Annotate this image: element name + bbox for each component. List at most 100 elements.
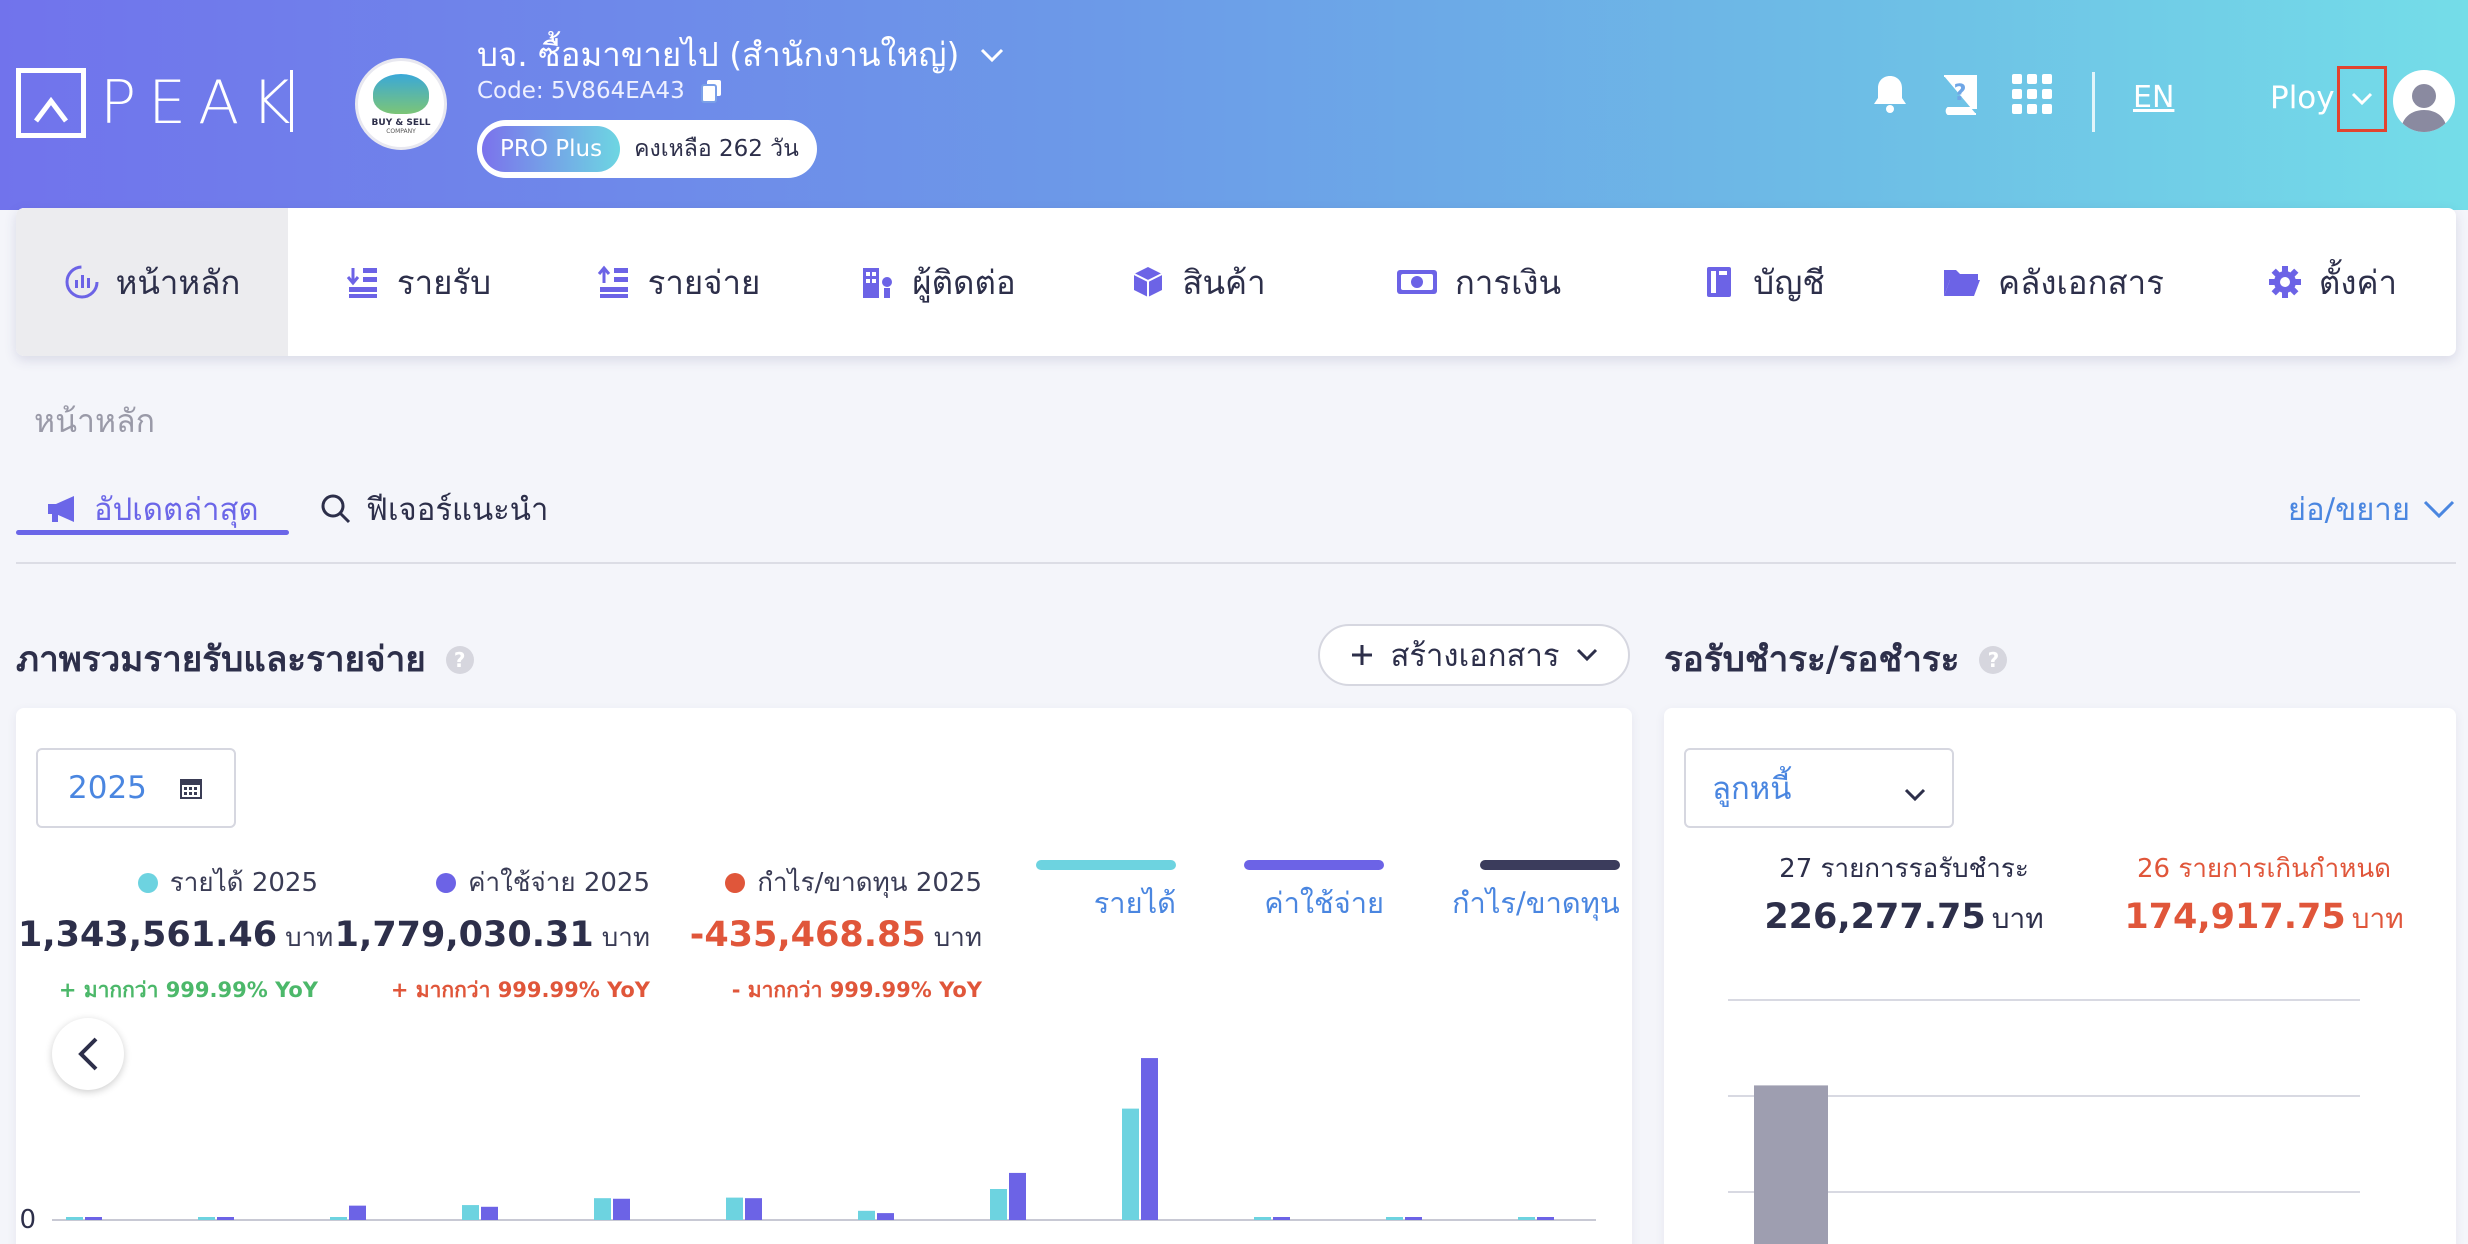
company-logo[interactable]: BUY & SELL COMPANY	[355, 58, 447, 150]
create-document-label: สร้างเอกสาร	[1390, 638, 1560, 674]
pending-stat[interactable]: 27 รายการรอรับชำระ 226,277.75 บาท	[1724, 848, 2084, 941]
plus-icon	[1352, 645, 1373, 665]
chart-bar-expense[interactable]	[1537, 1217, 1554, 1220]
income-icon	[346, 268, 377, 298]
chart-bar-expense[interactable]	[85, 1217, 102, 1220]
overview-title-row: ภาพรวมรายรับและรายจ่าย ?	[16, 632, 474, 687]
chart-bar-expense[interactable]	[745, 1198, 762, 1220]
logo-text: PEAK	[100, 68, 303, 138]
username[interactable]: Ploy	[2270, 80, 2335, 116]
chart-bar-income[interactable]	[1518, 1217, 1535, 1220]
pending-label: 27 รายการรอรับชำระ	[1779, 854, 2029, 884]
copy-icon[interactable]	[700, 79, 723, 103]
chevron-down-icon	[2351, 92, 2373, 106]
chart-bar-income[interactable]	[198, 1217, 215, 1220]
chart-bar-income[interactable]	[1254, 1217, 1271, 1220]
pending-unit: บาท	[1991, 902, 2044, 935]
top-header: PEAK BUY & SELL COMPANY บจ. ซื้อมาขายไป …	[0, 0, 2468, 210]
nav-item-contacts[interactable]: ผู้ติดต่อ	[808, 208, 1068, 356]
company-switcher[interactable]: บจ. ซื้อมาขายไป (สำนักงานใหญ่)	[477, 28, 1005, 81]
chart-prev-button[interactable]	[52, 1018, 124, 1090]
chevron-down-icon	[2423, 500, 2455, 519]
expense-value: 1,779,030.31	[334, 915, 594, 955]
money-icon	[1396, 270, 1437, 294]
nav-label: สินค้า	[1182, 262, 1266, 302]
logo-mark-icon	[16, 68, 86, 138]
nav-item-income[interactable]: รายรับ	[288, 208, 548, 356]
chart-bar-income[interactable]	[1386, 1217, 1403, 1220]
legend-label: รายได้	[1093, 886, 1176, 920]
chart-bar-expense[interactable]	[1009, 1172, 1026, 1220]
nav-item-finance[interactable]: การเงิน	[1328, 208, 1628, 356]
year-picker[interactable]: 2025	[36, 748, 236, 828]
nav-item-expense[interactable]: รายจ่าย	[548, 208, 808, 356]
income-unit: บาท	[285, 923, 334, 953]
nav-label: รายรับ	[396, 262, 492, 302]
income-value: 1,343,561.46	[18, 915, 278, 955]
apps-grid-icon[interactable]	[2010, 72, 2054, 116]
legend-swatch	[1036, 860, 1176, 870]
chart-bar-expense[interactable]	[877, 1213, 894, 1220]
company-logo-text: BUY & SELL	[371, 117, 431, 128]
tab-label: อัปเดตล่าสุด	[94, 492, 259, 528]
collapse-toggle[interactable]: ย่อ/ขยาย	[2288, 484, 2456, 534]
help-icon[interactable]: ?	[445, 645, 474, 674]
chart-bar-income[interactable]	[462, 1205, 479, 1220]
profit-yoy: - มากกว่า 999.99% YoY	[731, 978, 982, 1002]
header-divider	[290, 70, 293, 132]
overdue-unit: บาท	[2351, 902, 2404, 935]
chart-bar-income[interactable]	[726, 1197, 743, 1220]
overdue-value: 174,917.75	[2124, 897, 2346, 937]
receivable-type-select[interactable]: ลูกหนี้	[1684, 748, 1954, 828]
nav-label: คลังเอกสาร	[1998, 262, 2164, 302]
plan-pill[interactable]: PRO Plus คงเหลือ 262 วัน	[477, 120, 817, 178]
nav-item-accounting[interactable]: บัญชี	[1628, 208, 1898, 356]
language-toggle[interactable]: EN	[2133, 80, 2174, 115]
user-menu-button[interactable]	[2337, 66, 2387, 132]
y-tick-label: 0	[19, 1205, 36, 1235]
overdue-stat[interactable]: 26 รายการเกินกำหนด 174,917.75 บาท	[2084, 848, 2444, 941]
legend-profit[interactable]: กำไร/ขาดทุน	[1452, 860, 1620, 926]
legend-income[interactable]: รายได้	[1036, 860, 1176, 926]
nav-item-documents[interactable]: คลังเอกสาร	[1898, 208, 2208, 356]
chart-bar-income[interactable]	[66, 1217, 83, 1220]
chart-bar-income[interactable]	[594, 1198, 611, 1220]
help-book-icon[interactable]: ?	[1938, 72, 1982, 116]
chart-bar-expense[interactable]	[1141, 1058, 1158, 1220]
gear-icon	[2268, 266, 2301, 298]
search-icon	[321, 494, 351, 524]
receivables-bar[interactable]	[1754, 1085, 1828, 1244]
nav-item-home[interactable]: หน้าหลัก	[16, 208, 288, 356]
chart-bar-expense[interactable]	[613, 1198, 630, 1220]
nav-label: หน้าหลัก	[115, 262, 241, 302]
user-avatar[interactable]	[2393, 70, 2455, 132]
user-icon	[2401, 84, 2447, 132]
receivables-title-row: รอรับชำระ/รอชำระ ?	[1664, 632, 2008, 687]
legend-label: ค่าใช้จ่าย	[1264, 886, 1384, 920]
chart-bar-expense[interactable]	[1405, 1217, 1422, 1220]
chart-bar-income[interactable]	[990, 1188, 1007, 1220]
chart-bar-income[interactable]	[858, 1210, 875, 1220]
pending-value: 226,277.75	[1764, 897, 1986, 937]
expense-icon	[597, 265, 628, 298]
create-document-button[interactable]: สร้างเอกสาร	[1318, 624, 1630, 686]
chart-bar-income[interactable]	[1122, 1108, 1139, 1220]
help-icon[interactable]: ?	[1979, 645, 2008, 674]
chart-bar-expense[interactable]	[1273, 1217, 1290, 1220]
nav-label: ตั้งค่า	[2318, 262, 2398, 302]
legend-swatch	[1244, 860, 1384, 870]
tab-features[interactable]: ฟีเจอร์แนะนำ	[320, 480, 548, 538]
overview-title: ภาพรวมรายรับและรายจ่าย	[16, 640, 426, 680]
chevron-left-icon	[78, 1037, 98, 1071]
nav-item-products[interactable]: สินค้า	[1068, 208, 1328, 356]
legend-expense[interactable]: ค่าใช้จ่าย	[1244, 860, 1384, 926]
chart-bar-expense[interactable]	[217, 1217, 234, 1220]
chart-bar-expense[interactable]	[481, 1206, 498, 1220]
income-yoy: + มากกว่า 999.99% YoY	[58, 978, 318, 1002]
bell-icon[interactable]	[1868, 72, 1912, 116]
nav-item-settings[interactable]: ตั้งค่า	[2208, 208, 2456, 356]
peak-logo[interactable]: PEAK	[16, 68, 302, 138]
chart-bar-income[interactable]	[330, 1217, 347, 1220]
chevron-down-icon	[1576, 648, 1597, 662]
chart-bar-expense[interactable]	[349, 1205, 366, 1220]
